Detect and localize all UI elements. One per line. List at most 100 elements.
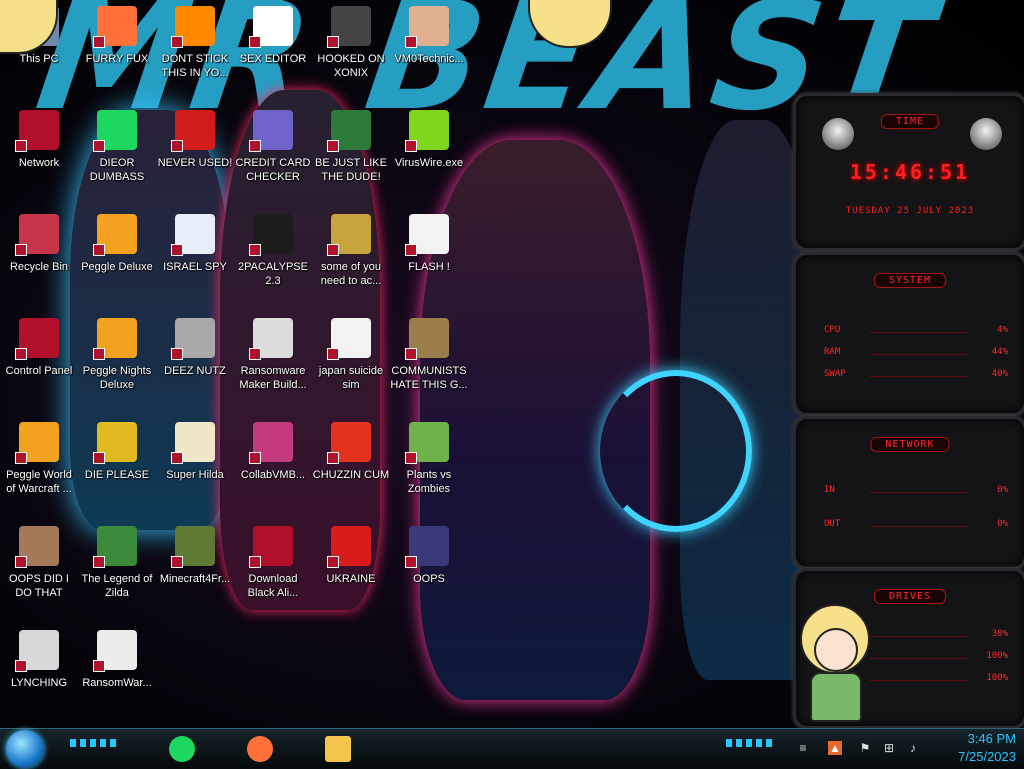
shortcut-badge-icon: [93, 556, 105, 568]
desktop-icon-label: OOPS: [413, 573, 445, 585]
alien-orb-icon: [249, 526, 293, 568]
desktop-icon-label: CollabVMB...: [240, 469, 306, 481]
desktop-icon[interactable]: VM0Technic...: [390, 6, 468, 106]
desktop-icon[interactable]: Download Black Ali...: [234, 526, 312, 626]
shortcut-badge-icon: [93, 660, 105, 672]
network-row-value: 0%: [997, 519, 1008, 529]
shortcut-badge-icon: [171, 348, 183, 360]
tray-app-icon[interactable]: ▲: [828, 741, 842, 755]
desktop-icon[interactable]: DONT STICK THIS IN YO...: [156, 6, 234, 106]
desktop-icon[interactable]: DIEOR DUMBASS: [78, 110, 156, 210]
desktop-icon[interactable]: Super Hilda: [156, 422, 234, 522]
desktop-icon-label: DIE PLEASE: [84, 469, 150, 481]
desktop-icon[interactable]: VirusWire.exe: [390, 110, 468, 210]
desktop-icon-label: The Legend of Zilda: [81, 573, 153, 599]
system-widget-title: SYSTEM: [873, 273, 947, 288]
peggle-icon: [93, 214, 137, 256]
shortcut-badge-icon: [327, 244, 339, 256]
terminal-icon: [249, 214, 293, 256]
desktop-icon[interactable]: japan suicide sim: [312, 318, 390, 418]
shortcut-badge-icon: [405, 36, 417, 48]
desktop-icon[interactable]: some of you need to ac...: [312, 214, 390, 314]
desktop-icon[interactable]: DEEZ NUTZ: [156, 318, 234, 418]
shortcut-badge-icon: [93, 452, 105, 464]
desktop-icon[interactable]: Network: [0, 110, 78, 210]
shortcut-badge-icon: [249, 36, 261, 48]
desktop-icon[interactable]: LYNCHING: [0, 630, 78, 730]
system-row-graph: [870, 354, 968, 355]
start-button[interactable]: [6, 730, 44, 768]
system-row: CPU 4%: [824, 325, 1008, 339]
shortcut-badge-icon: [327, 452, 339, 464]
taskbar: ≡ ▲ ⚑ ⊞ ♪ 3:46 PM 7/25/2023: [0, 728, 1024, 769]
desktop-icon[interactable]: OOPS: [390, 526, 468, 626]
spotify-icon: [169, 736, 195, 762]
time-widget-title: TIME: [880, 114, 940, 129]
tray-clock[interactable]: 3:46 PM 7/25/2023: [926, 730, 1016, 766]
desktop-icon-label: LYNCHING: [10, 677, 68, 689]
desktop-icon[interactable]: CollabVMB...: [234, 422, 312, 522]
alien-head-icon: [970, 118, 1002, 150]
desktop-icon[interactable]: CHUZZIN CUM: [312, 422, 390, 522]
drives-row-graph: [870, 636, 968, 637]
time-widget-date: TUESDAY 25 JULY 2023: [845, 206, 975, 216]
desktop-icon[interactable]: RansomWar...: [78, 630, 156, 730]
desktop-icon[interactable]: Recycle Bin: [0, 214, 78, 314]
spotify-icon: [93, 110, 137, 152]
system-widget: SYSTEM CPU 4% RAM 44% SWAP 40%: [793, 252, 1024, 416]
tray-volume-icon[interactable]: ♪: [906, 741, 920, 755]
desktop-icon-label: DIEOR DUMBASS: [89, 157, 145, 183]
shortcut-badge-icon: [249, 244, 261, 256]
tray-flag-icon[interactable]: ⚑: [858, 741, 872, 755]
control-panel-icon: [15, 318, 59, 360]
desktop-icon[interactable]: 2PACALYPSE 2.3: [234, 214, 312, 314]
vm-icon: [249, 422, 293, 464]
shortcut-badge-icon: [15, 452, 27, 464]
desktop-icon[interactable]: BE JUST LIKE THE DUDE!: [312, 110, 390, 210]
desktop-icon[interactable]: DIE PLEASE: [78, 422, 156, 522]
desktop-icon[interactable]: CREDIT CARD CHECKER: [234, 110, 312, 210]
desktop-icon-label: ISRAEL SPY: [163, 261, 227, 273]
desktop-icon[interactable]: Ransomware Maker Build...: [234, 318, 312, 418]
drives-row-value: 38%: [991, 629, 1008, 639]
desktop-icon[interactable]: Minecraft4Fr...: [156, 526, 234, 626]
system-row-value: 4%: [997, 325, 1008, 335]
desktop-icon[interactable]: ISRAEL SPY: [156, 214, 234, 314]
desktop-icon[interactable]: UKRAINE: [312, 526, 390, 626]
desktop-icon[interactable]: NEVER USED!: [156, 110, 234, 210]
file-explorer-icon: [325, 736, 351, 762]
system-row: RAM 44%: [824, 347, 1008, 361]
desktop-icon-label: Peggle Deluxe: [81, 261, 153, 273]
shortcut-badge-icon: [249, 348, 261, 360]
taskbar-pinned-button[interactable]: [160, 731, 204, 767]
desktop-icon[interactable]: Peggle Deluxe: [78, 214, 156, 314]
time-widget-clock: 15:46:51: [849, 160, 971, 184]
taskbar-pinned-button[interactable]: [238, 731, 282, 767]
desktop-icon-label: NEVER USED!: [157, 157, 233, 169]
desktop-icon[interactable]: Peggle Nights Deluxe: [78, 318, 156, 418]
desktop-icon[interactable]: Control Panel: [0, 318, 78, 418]
desktop-icon-label: RansomWar...: [82, 677, 152, 689]
desktop-icon[interactable]: SEX EDITOR: [234, 6, 312, 106]
desktop-icon-label: Recycle Bin: [9, 261, 69, 273]
desktop-icon[interactable]: FURRY FUX: [78, 6, 156, 106]
app-window-icon: [249, 318, 293, 360]
desktop-icon-label: DONT STICK THIS IN YO...: [161, 53, 229, 79]
shortcut-badge-icon: [15, 348, 27, 360]
shortcut-badge-icon: [249, 140, 261, 152]
desktop-icon[interactable]: The Legend of Zilda: [78, 526, 156, 626]
desktop-icon[interactable]: HOOKED ON XONIX: [312, 6, 390, 106]
dog-icon: [327, 214, 371, 256]
desktop-icon[interactable]: FLASH !: [390, 214, 468, 314]
desktop-icon[interactable]: Plants vs Zombies: [390, 422, 468, 522]
network-widget: NETWORK IN 0% OUT 0%: [793, 416, 1024, 570]
tray-overflow-icon[interactable]: ≡: [796, 741, 810, 755]
taskbar-pinned-button[interactable]: [316, 731, 360, 767]
desktop-icon[interactable]: COMMUNISTS HATE THIS G...: [390, 318, 468, 418]
tray-date: 7/25/2023: [958, 749, 1016, 764]
desktop-icon[interactable]: OOPS DID I DO THAT: [0, 526, 78, 626]
shortcut-badge-icon: [93, 244, 105, 256]
desktop-icon[interactable]: Peggle World of Warcraft ...: [0, 422, 78, 522]
tray-network-icon[interactable]: ⊞: [882, 741, 896, 755]
santa-icon: [327, 110, 371, 152]
